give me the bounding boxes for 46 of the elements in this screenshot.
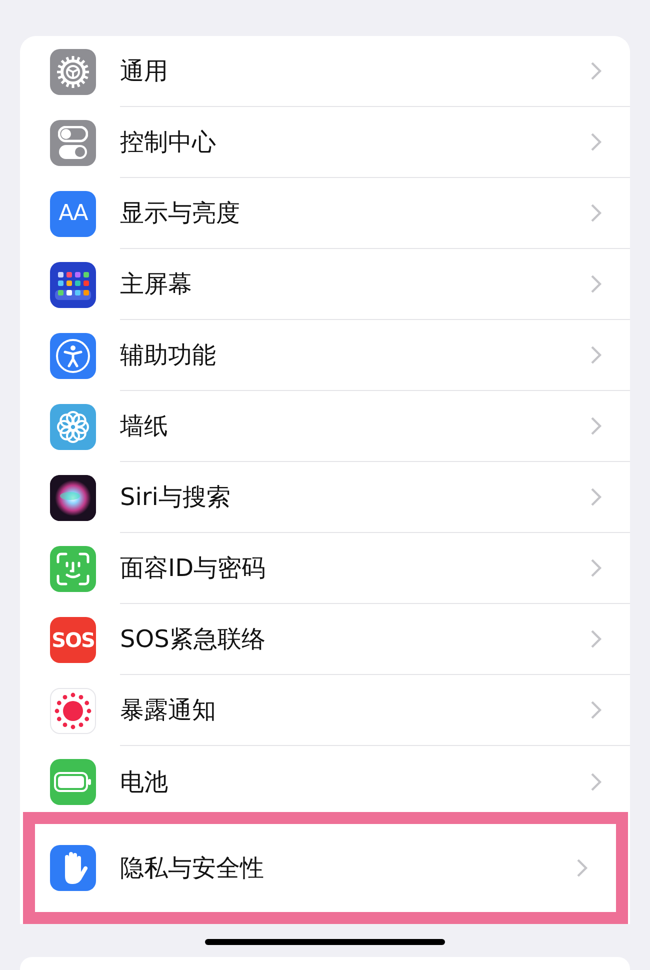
exposure-icon [54,692,92,730]
settings-row[interactable]: AA 显示与亮度 [20,178,630,249]
chevron-icon [590,274,602,294]
setting-label: 隐私与安全性 [120,853,265,884]
setting-label: 面容ID与密码 [120,553,267,584]
setting-label: 控制中心 [120,127,217,158]
settings-row[interactable]: 暴露通知 [20,675,630,746]
text-size-icon: AA [58,201,88,226]
setting-label: 主屏幕 [120,269,193,300]
setting-label: 电池 [120,766,169,798]
chevron-icon [590,558,602,578]
chevron-icon [590,132,602,152]
settings-row[interactable]: 主屏幕 [20,249,630,320]
settings-row[interactable]: SOS SOS紧急联络 [20,604,630,675]
chevron-icon [590,203,602,223]
gear-icon [55,54,91,90]
chevron-icon [590,700,602,720]
setting-label: Siri与搜索 [120,482,232,513]
chevron-icon [590,487,602,507]
settings-row[interactable]: 通用 [20,36,630,107]
battery-icon [54,772,92,792]
setting-label: 辅助功能 [120,340,217,371]
settings-row[interactable]: 控制中心 [20,107,630,178]
siri-orb-icon [50,474,96,520]
settings-row[interactable]: 隐私与安全性 [35,824,616,912]
setting-label: SOS紧急联络 [120,624,266,655]
setting-label: 显示与亮度 [120,198,241,229]
settings-row[interactable]: Siri与搜索 [20,462,630,533]
toggles-icon [58,126,88,160]
accessibility-icon [55,338,91,374]
flower-icon [55,408,91,444]
settings-row[interactable]: 电池 [20,746,630,817]
face-id-icon [56,552,90,586]
settings-row[interactable]: 面容ID与密码 [20,533,630,604]
settings-row[interactable]: 辅助功能 [20,320,630,391]
chevron-icon [590,345,602,365]
sos-icon: SOS [52,628,94,652]
setting-label: 暴露通知 [120,695,217,726]
chevron-icon [590,772,602,792]
chevron-icon [576,858,588,878]
setting-label: 墙纸 [120,411,169,442]
chevron-icon [590,61,602,81]
chevron-icon [590,629,602,649]
settings-row[interactable]: 墙纸 [20,391,630,462]
chevron-icon [590,416,602,436]
setting-label: 通用 [120,56,169,87]
